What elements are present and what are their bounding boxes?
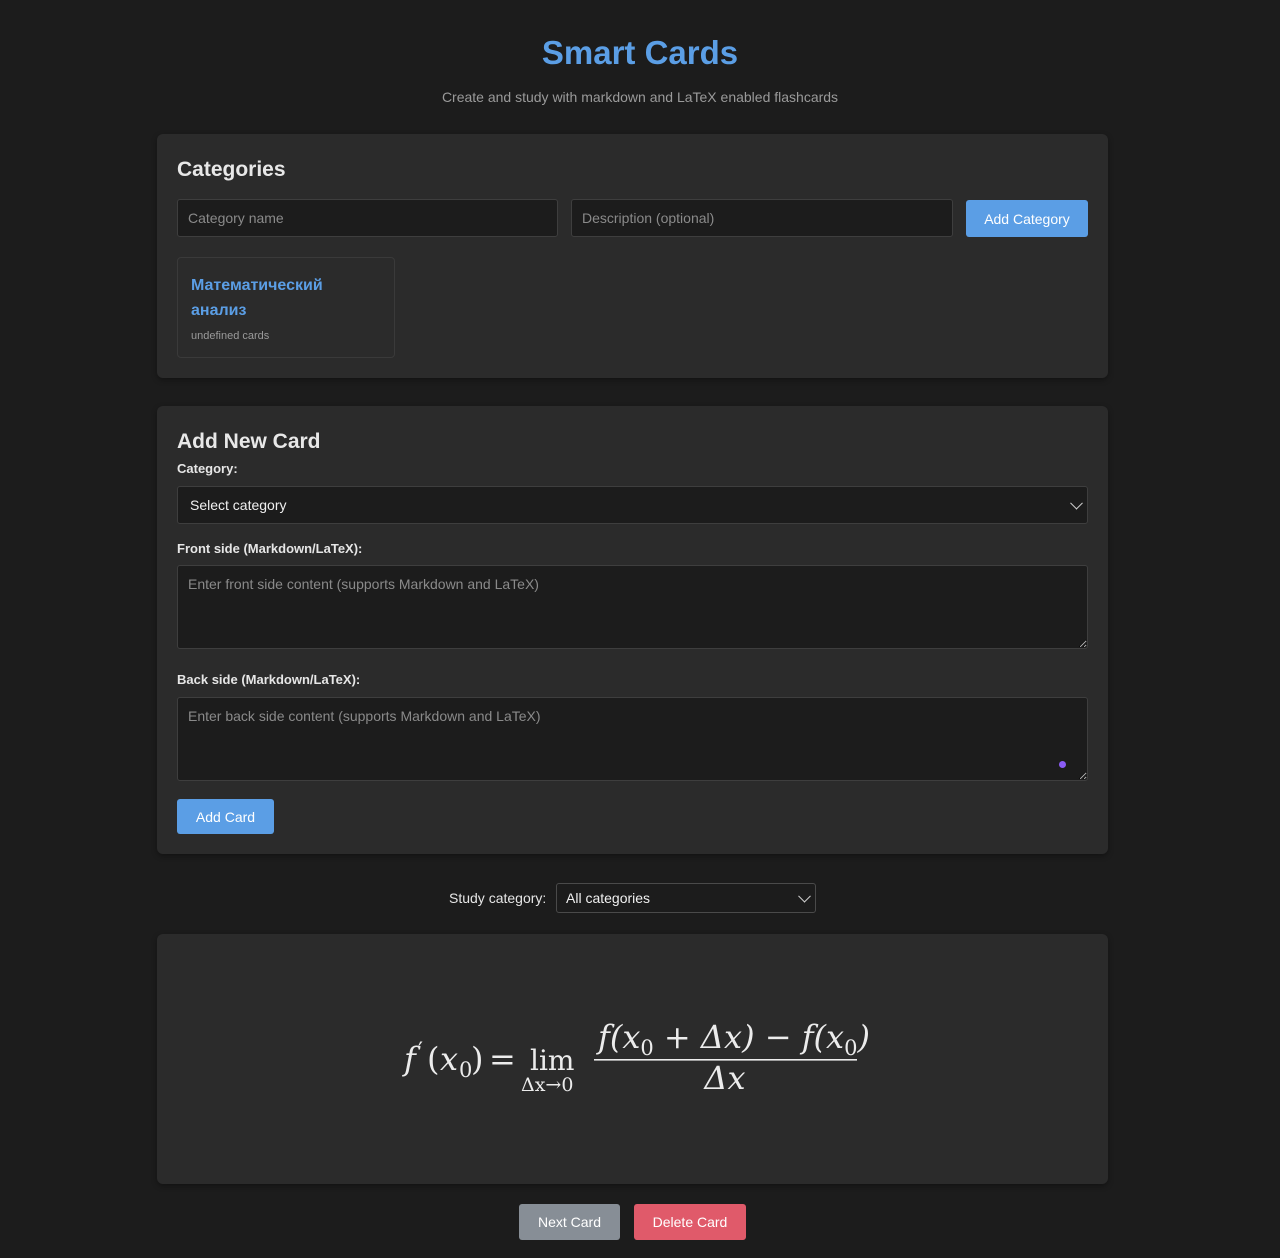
front-side-textarea[interactable]: [177, 565, 1088, 649]
category-description-input[interactable]: [571, 199, 953, 237]
card-category-select[interactable]: Select category: [177, 486, 1088, 524]
formula-equals: =: [489, 1040, 516, 1078]
add-card-title: Add New Card: [177, 430, 321, 453]
study-category-select[interactable]: All categories: [556, 883, 816, 913]
formula-numerator-sub-1: 0: [640, 1036, 653, 1060]
add-card-button[interactable]: Add Card: [177, 799, 274, 834]
formula-numerator: f(x0 + Δx) − f(x0): [596, 1018, 870, 1060]
formula-denominator: Δx: [702, 1059, 745, 1097]
formula-lim-sub: Δx→0: [521, 1074, 573, 1096]
add-category-button[interactable]: Add Category: [966, 200, 1088, 237]
add-card-panel: Add New Card Category: Select category F…: [157, 406, 1108, 854]
delete-card-button[interactable]: Delete Card: [634, 1204, 746, 1240]
categories-title: Categories: [177, 158, 286, 181]
formula-numerator-part-1: f(x: [596, 1018, 640, 1056]
category-label: Category:: [177, 461, 238, 476]
formula-lhs-prime: ′: [418, 1039, 423, 1064]
flashcard-formula: f ′ ( x 0 ) = lim Δx→0 f(x0 + Δx) − f(x0…: [402, 1018, 870, 1097]
formula-numerator-part-2: + Δx) − f(x: [654, 1018, 844, 1056]
study-category-select-value: All categories: [566, 890, 651, 906]
app-title: Smart Cards: [541, 34, 739, 71]
next-card-button[interactable]: Next Card: [519, 1204, 620, 1240]
formula-numerator-part-3: ): [856, 1018, 869, 1056]
category-card[interactable]: Математический анализ undefined cards: [177, 257, 395, 358]
categories-panel: Categories Add Category Математический а…: [157, 134, 1108, 378]
category-card-count: undefined cards: [191, 330, 270, 342]
chevron-down-icon: [1070, 496, 1083, 510]
category-name-input[interactable]: [177, 199, 558, 237]
category-name: Математический анализ: [191, 277, 323, 319]
formula-numerator-sub-2: 0: [844, 1036, 857, 1060]
focus-indicator-dot: [1059, 761, 1066, 768]
study-category-label: Study category:: [449, 890, 547, 906]
front-side-label: Front side (Markdown/LaTeX):: [177, 541, 363, 556]
chevron-down-icon: [798, 889, 811, 903]
card-category-select-value: Select category: [190, 497, 287, 513]
back-side-label: Back side (Markdown/LaTeX):: [177, 672, 361, 687]
flashcard[interactable]: f ′ ( x 0 ) = lim Δx→0 f(x0 + Δx) − f(x0…: [157, 934, 1108, 1184]
formula-lhs-close: ): [471, 1040, 483, 1078]
formula-lhs-x: x: [440, 1040, 458, 1078]
back-side-textarea[interactable]: [177, 697, 1088, 781]
app-subtitle: Create and study with markdown and LaTeX…: [441, 89, 839, 105]
formula-lhs-open: (: [427, 1040, 439, 1078]
formula-lim: lim: [530, 1044, 574, 1077]
